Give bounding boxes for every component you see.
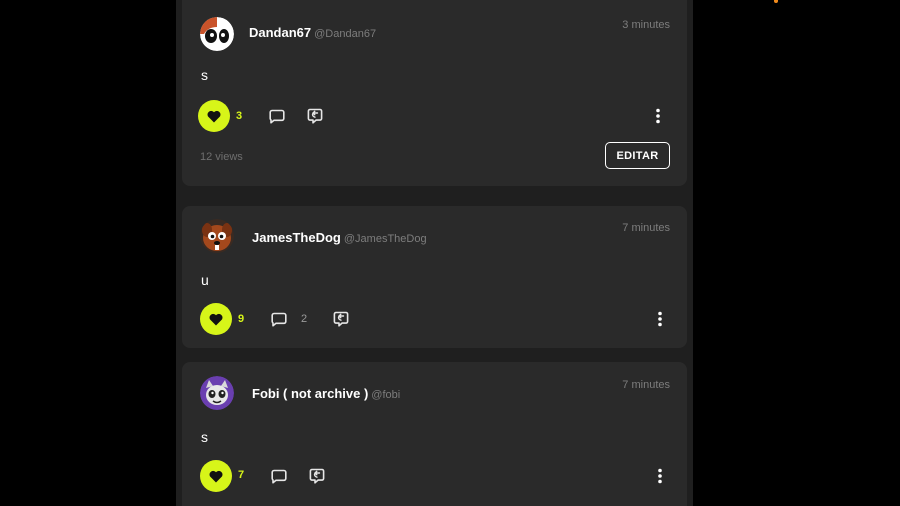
- reply-icon: [309, 468, 325, 484]
- more-vertical-icon: [658, 311, 662, 327]
- username[interactable]: Fobi ( not archive ): [252, 386, 368, 401]
- user-handle: @JamesTheDog: [343, 233, 427, 245]
- post-text: s: [201, 429, 208, 445]
- post-time: 7 minutes: [622, 222, 670, 234]
- more-vertical-icon: [656, 108, 660, 124]
- comment-count: 2: [301, 313, 308, 325]
- avatar[interactable]: [200, 219, 234, 253]
- comment-icon: [269, 109, 285, 124]
- reply-icon: [333, 311, 349, 327]
- comment-icon: [271, 312, 287, 327]
- user-handle: @Dandan67: [314, 28, 377, 40]
- heart-icon: [209, 313, 223, 325]
- like-button[interactable]: [200, 303, 232, 335]
- post-card: Dandan67 @Dandan67 3 minutes s 3 12 view…: [182, 0, 687, 186]
- reply-icon: [307, 108, 323, 124]
- avatar[interactable]: [200, 17, 234, 51]
- like-button[interactable]: [198, 100, 230, 132]
- avatar[interactable]: [200, 376, 234, 410]
- like-count: 9: [238, 313, 245, 325]
- edit-button[interactable]: EDITAR: [605, 142, 670, 169]
- reply-button[interactable]: [332, 310, 350, 328]
- post-author[interactable]: Fobi ( not archive ) @fobi: [252, 386, 400, 401]
- comment-button[interactable]: [270, 310, 288, 328]
- heart-icon: [207, 110, 221, 122]
- reply-button[interactable]: [306, 107, 324, 125]
- like-button[interactable]: [200, 460, 232, 492]
- view-count: 12 views: [200, 151, 243, 163]
- like-count: 3: [236, 110, 243, 122]
- comment-button[interactable]: [268, 107, 286, 125]
- username[interactable]: Dandan67: [249, 25, 311, 40]
- post-feed: Dandan67 @Dandan67 3 minutes s 3 12 view…: [176, 0, 693, 506]
- more-options-button[interactable]: [655, 310, 665, 328]
- more-vertical-icon: [658, 468, 662, 484]
- post-text: u: [201, 272, 209, 288]
- post-author[interactable]: Dandan67 @Dandan67: [249, 25, 376, 40]
- post-text: s: [201, 67, 208, 83]
- like-count: 7: [238, 469, 245, 481]
- username[interactable]: JamesTheDog: [252, 230, 341, 245]
- edge-accent-mark: [774, 0, 778, 3]
- post-card: Fobi ( not archive ) @fobi 7 minutes s 7: [182, 362, 687, 506]
- more-options-button[interactable]: [653, 107, 663, 125]
- post-time: 3 minutes: [622, 19, 670, 31]
- comment-button[interactable]: [270, 467, 288, 485]
- more-options-button[interactable]: [655, 467, 665, 485]
- comment-icon: [271, 469, 287, 484]
- heart-icon: [209, 470, 223, 482]
- post-author[interactable]: JamesTheDog @JamesTheDog: [252, 230, 427, 245]
- post-card: JamesTheDog @JamesTheDog 7 minutes u 9 2: [182, 206, 687, 348]
- reply-button[interactable]: [308, 467, 326, 485]
- post-time: 7 minutes: [622, 379, 670, 391]
- user-handle: @fobi: [371, 389, 401, 401]
